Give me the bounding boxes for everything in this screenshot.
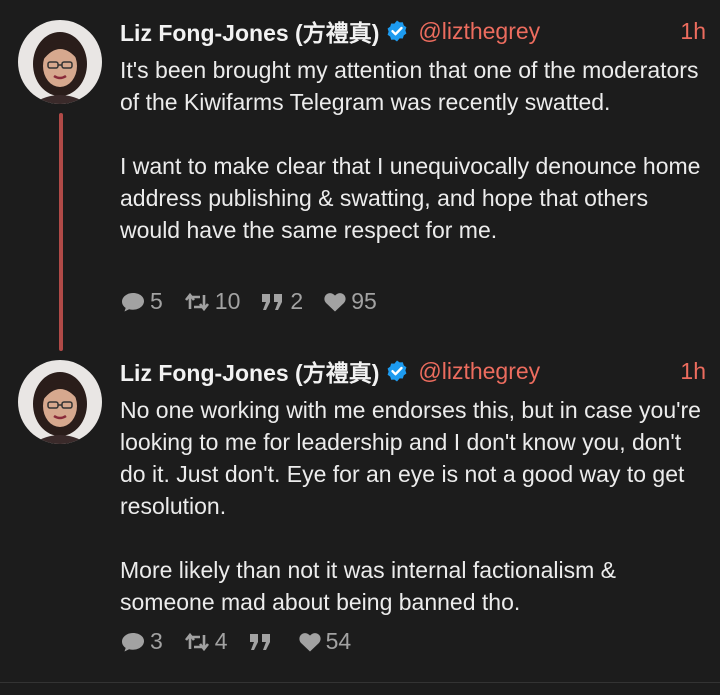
avatar[interactable]: [18, 360, 102, 444]
verified-badge-icon: [387, 360, 407, 382]
repost-count: 4: [214, 628, 228, 654]
verified-badge-icon: [387, 20, 407, 42]
avatar-image: [18, 360, 102, 444]
reply-button[interactable]: 3: [120, 628, 163, 655]
like-count: 54: [325, 628, 352, 654]
like-button[interactable]: 54: [298, 628, 352, 655]
post-paragraph: It's been brought my attention that one …: [120, 57, 699, 115]
post-text: It's been brought my attention that one …: [120, 54, 705, 246]
heart-icon: [298, 632, 321, 651]
post-time[interactable]: 1h: [680, 18, 706, 45]
repost-button[interactable]: 10: [183, 288, 241, 315]
reply-count: 3: [150, 628, 163, 654]
avatar-image: [18, 20, 102, 104]
thread-line: [59, 113, 63, 351]
reply-icon: [122, 292, 144, 311]
post-time[interactable]: 1h: [680, 358, 706, 385]
avatar[interactable]: [18, 20, 102, 104]
like-button[interactable]: 95: [323, 288, 377, 315]
quote-button[interactable]: 2: [260, 288, 303, 315]
author-handle[interactable]: @lizthegrey: [418, 18, 540, 45]
reply-button[interactable]: 5: [120, 288, 163, 315]
reply-icon: [122, 632, 144, 651]
post-text: No one working with me endorses this, bu…: [120, 394, 705, 618]
repost-count: 10: [214, 288, 241, 314]
repost-button[interactable]: 4: [183, 628, 228, 655]
post-actions: 3 4 54: [120, 628, 371, 655]
quote-count: 2: [290, 288, 304, 314]
author-name[interactable]: Liz Fong-Jones (方禮真): [120, 354, 379, 388]
post-header: Liz Fong-Jones (方禮真) @lizthegrey 1h: [120, 15, 706, 47]
post-paragraph: I want to make clear that I unequivocall…: [120, 153, 701, 243]
heart-icon: [324, 292, 346, 311]
author-name[interactable]: Liz Fong-Jones (方禮真): [120, 14, 379, 48]
post-paragraph: More likely than not it was internal fac…: [120, 557, 616, 615]
repost-icon: [184, 292, 209, 311]
repost-icon: [184, 632, 209, 651]
post-header: Liz Fong-Jones (方禮真) @lizthegrey 1h: [120, 355, 706, 387]
reply-count: 5: [150, 288, 163, 314]
divider: [0, 682, 720, 683]
like-count: 95: [351, 288, 377, 314]
quote-button[interactable]: [248, 631, 278, 653]
author-handle[interactable]: @lizthegrey: [418, 358, 540, 385]
post-actions: 5 10 2 95: [120, 288, 397, 315]
quote-icon: [249, 633, 270, 650]
quote-icon: [262, 293, 283, 310]
post-paragraph: No one working with me endorses this, bu…: [120, 397, 701, 519]
